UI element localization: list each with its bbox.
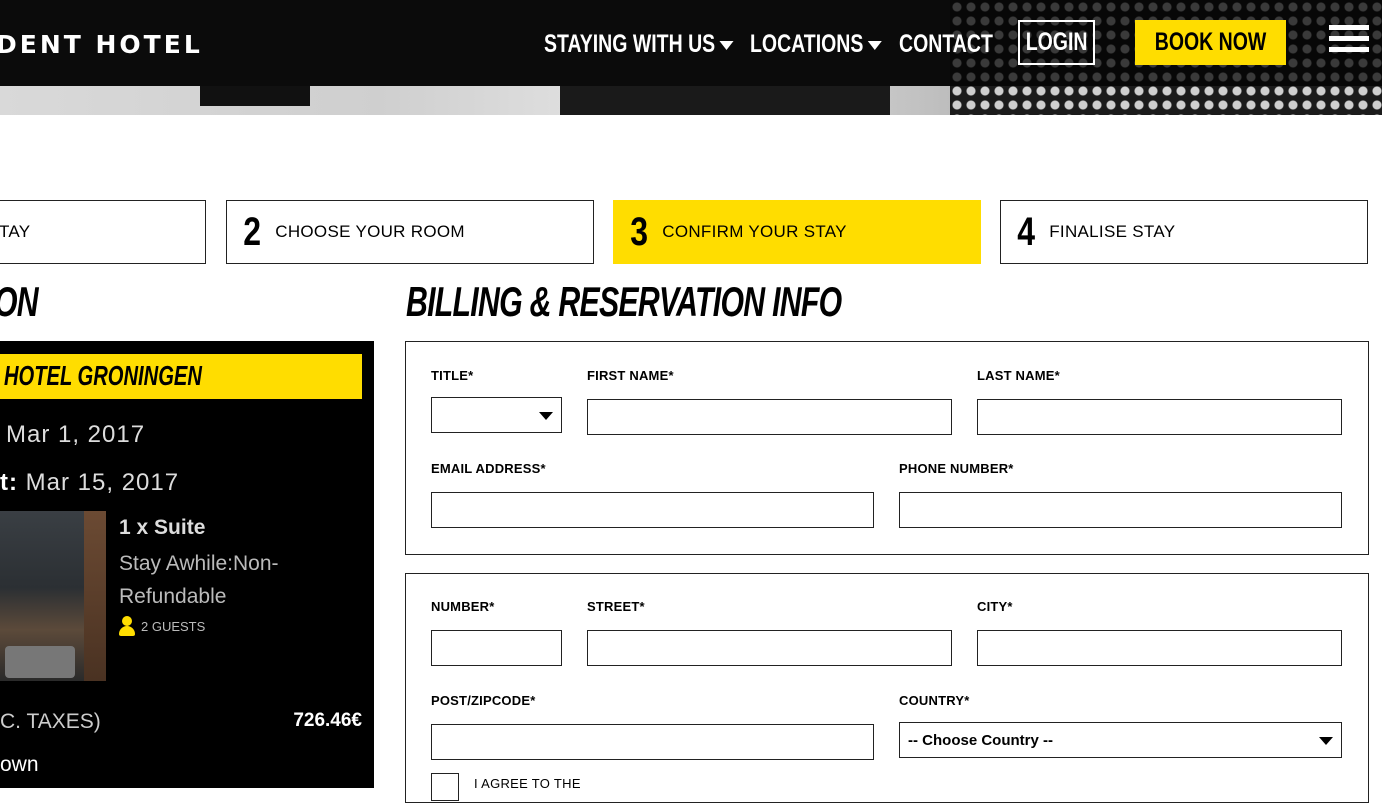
nav-locations[interactable]: LOCATIONS (750, 30, 883, 59)
email-input[interactable] (431, 492, 874, 528)
check-out-line: t: Mar 15, 2017 (0, 469, 179, 497)
step-number: 2 (243, 209, 262, 254)
first-name-label: FIRST NAME* (587, 368, 674, 383)
zip-input[interactable] (431, 724, 874, 760)
total-price: 726.46€ (293, 710, 362, 731)
reservation-summary: HOTEL GRONINGEN Mar 1, 2017 t: Mar 15, 2… (0, 341, 374, 788)
phone-label: PHONE NUMBER* (899, 461, 1014, 476)
check-out-label: t: (0, 469, 18, 496)
hotel-name-bar: HOTEL GRONINGEN (0, 354, 362, 399)
first-name-input[interactable] (587, 399, 952, 435)
site-logo[interactable]: DENT HOTEL (0, 30, 203, 59)
guests-count: 2 GUESTS (141, 618, 206, 634)
login-label: LOGIN (1025, 28, 1088, 56)
user-icon (119, 616, 135, 636)
step-3[interactable]: 3 CONFIRM YOUR STAY (613, 200, 981, 264)
last-name-input[interactable] (977, 399, 1342, 435)
phone-input[interactable] (899, 492, 1342, 528)
title-label: TITLE* (431, 368, 474, 383)
nav-staying-label: STAYING WITH US (544, 30, 716, 58)
menu-icon[interactable] (1329, 25, 1369, 63)
step-label: CHOOSE YOUR ROOM (275, 222, 465, 241)
country-select-value: -- Choose Country -- (908, 731, 1053, 749)
email-label: EMAIL ADDRESS* (431, 461, 546, 476)
check-out-date: Mar 15, 2017 (25, 469, 180, 496)
summary-heading: ON (0, 278, 39, 325)
country-label: COUNTRY* (899, 693, 970, 708)
room-image (0, 511, 106, 681)
street-label: STREET* (587, 599, 645, 614)
country-select[interactable]: -- Choose Country -- (899, 722, 1342, 758)
login-button[interactable]: LOGIN (1018, 20, 1095, 65)
city-input[interactable] (977, 630, 1342, 666)
step-2[interactable]: 2 CHOOSE YOUR ROOM (226, 200, 594, 264)
number-label: NUMBER* (431, 599, 495, 614)
step-4[interactable]: 4 FINALISE STAY (1000, 200, 1368, 264)
step-label: FINALISE STAY (1049, 222, 1176, 241)
nav-locations-label: LOCATIONS (750, 30, 864, 58)
city-label: CITY* (977, 599, 1013, 614)
street-input[interactable] (587, 630, 952, 666)
book-now-button[interactable]: BOOK NOW (1135, 20, 1286, 65)
chevron-down-icon (868, 40, 883, 50)
book-now-label: BOOK NOW (1154, 28, 1267, 56)
nav-staying-with-us[interactable]: STAYING WITH US (544, 30, 734, 59)
step-1[interactable]: TAY (0, 200, 206, 264)
billing-heading: BILLING & RESERVATION INFO (406, 278, 842, 325)
breakdown-link[interactable]: own (0, 753, 39, 777)
zip-label: POST/ZIPCODE* (431, 693, 536, 708)
number-input[interactable] (431, 630, 562, 666)
step-label: TAY (0, 222, 31, 241)
last-name-label: LAST NAME* (977, 368, 1060, 383)
hero-photo-detail (200, 86, 310, 106)
hotel-name: HOTEL GRONINGEN (4, 360, 202, 391)
chevron-down-icon (539, 412, 553, 420)
hero-header: DENT HOTEL STAYING WITH US LOCATIONS CON… (0, 0, 1382, 115)
taxes-label: C. TAXES) (0, 710, 101, 733)
agree-label: I AGREE TO THE (474, 776, 581, 791)
navbar: DENT HOTEL STAYING WITH US LOCATIONS CON… (0, 0, 1382, 86)
guests-info: 2 GUESTS (119, 616, 205, 636)
nav-contact[interactable]: CONTACT (899, 30, 993, 59)
agree-checkbox[interactable] (431, 773, 459, 801)
title-select[interactable] (431, 397, 562, 433)
address-panel (405, 573, 1369, 803)
chevron-down-icon (719, 40, 734, 50)
check-in-date: Mar 1, 2017 (6, 421, 146, 448)
chevron-down-icon (1319, 737, 1333, 745)
room-title: 1 x Suite (119, 516, 206, 539)
step-label: CONFIRM YOUR STAY (662, 222, 847, 241)
room-rate: Stay Awhile:Non-Refundable (119, 552, 279, 608)
room-image-detail (5, 646, 75, 678)
hero-photo-detail (560, 86, 890, 115)
step-number: 4 (1017, 209, 1036, 254)
step-number: 3 (630, 209, 649, 254)
